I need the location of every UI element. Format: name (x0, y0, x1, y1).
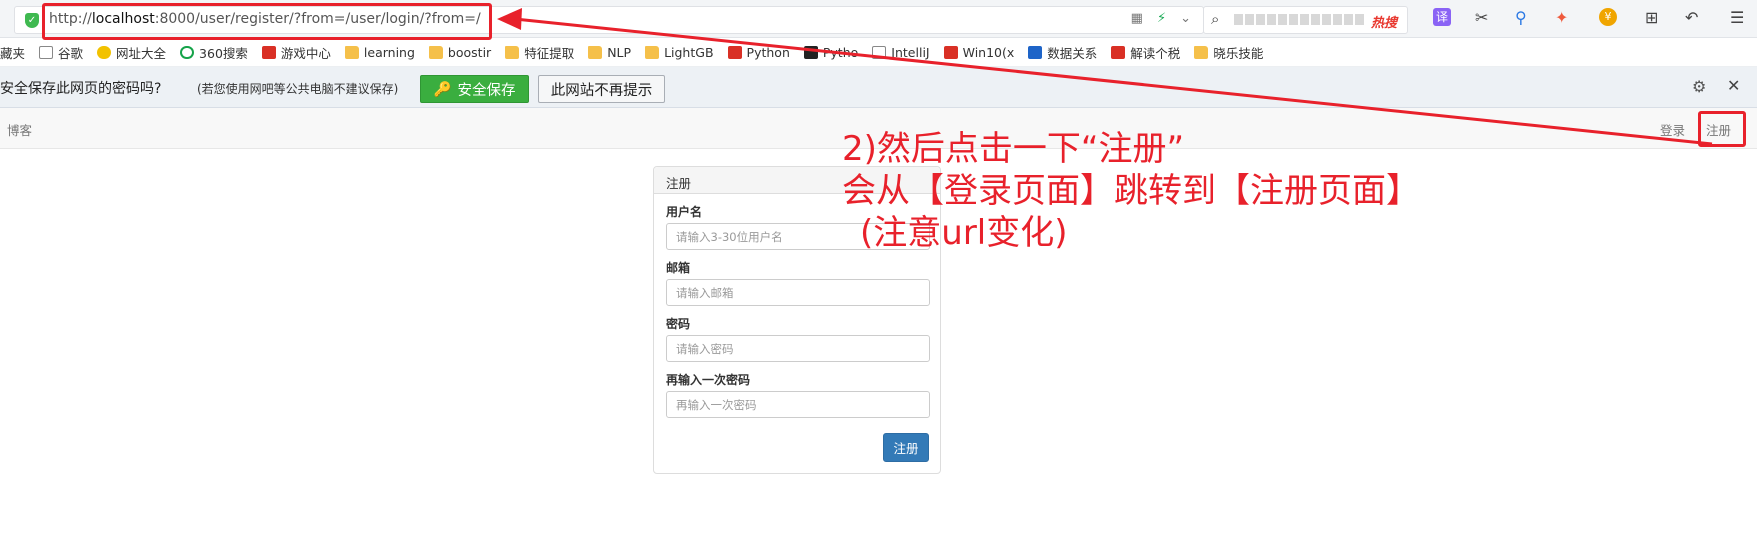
annotation-text: 2)然后点击一下“注册” 会从【登录页面】跳转到【注册页面】 (注意url变化) (842, 128, 1420, 254)
annotation-line-3: (注意url变化) (860, 213, 1068, 253)
annotation-line-2: 会从【登录页面】跳转到【注册页面】 (842, 171, 1420, 211)
annotation-line-1: 2)然后点击一下“注册” (842, 129, 1185, 169)
arrow-line (514, 17, 1713, 146)
annotation-arrow (497, 8, 1713, 146)
